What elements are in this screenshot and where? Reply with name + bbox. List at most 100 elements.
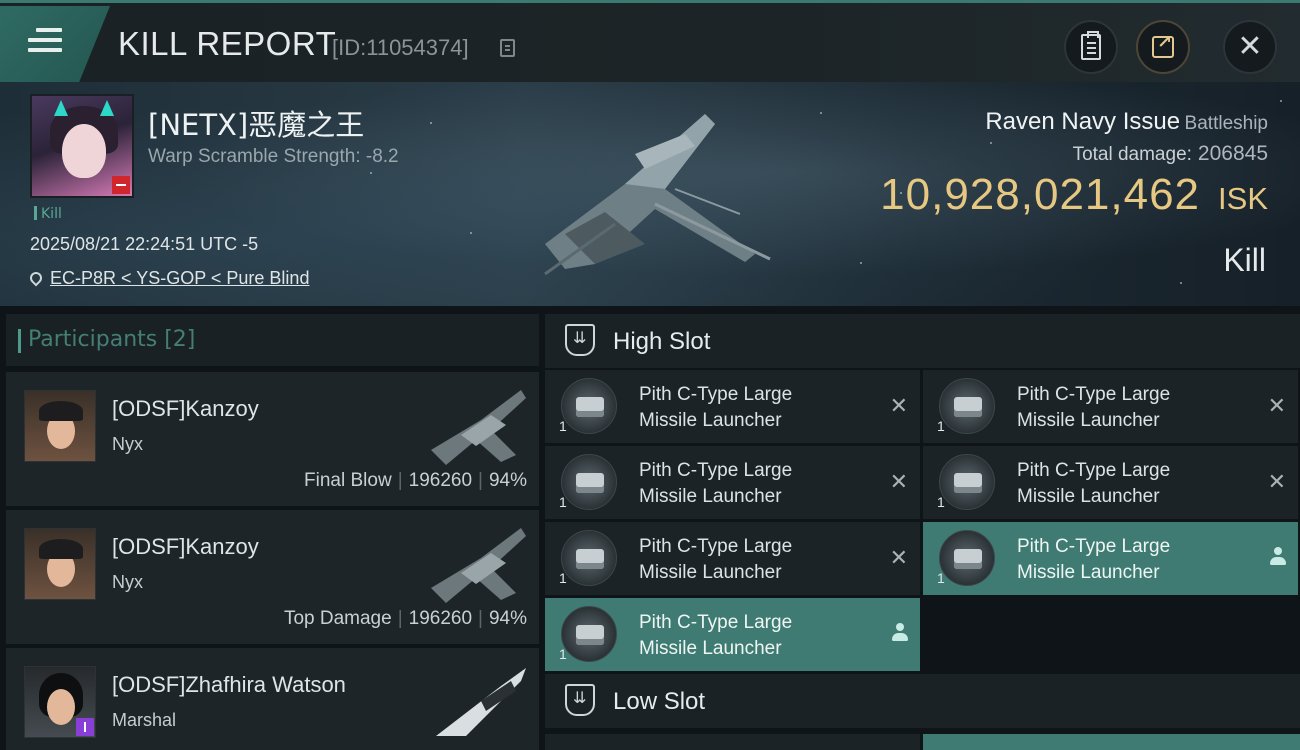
missile-launcher-icon: [939, 454, 995, 510]
report-id: [ID:11054374]: [332, 35, 469, 60]
missile-launcher-icon: [561, 606, 617, 662]
participant-ship: Nyx: [112, 434, 143, 454]
victim-banner: [NETX]恶魔之王 Warp Scramble Strength: -8.2 …: [0, 82, 1300, 306]
participant-card[interactable]: [ODSF]Zhafhira Watson Marshal: [6, 648, 539, 750]
module-quantity: 1: [559, 570, 567, 586]
participant-stats: Final Blow | 196260 | 94%: [304, 470, 527, 491]
participant-stats: Top Damage | 196260 | 94%: [283, 608, 527, 629]
module-name: Pith C-Type Large Missile Launcher: [639, 460, 793, 507]
menu-button[interactable]: [0, 6, 110, 82]
participant-role: Final Blow: [304, 470, 392, 491]
module-item[interactable]: 1 Pith C-Type Large Missile Launcher ✕: [923, 446, 1298, 519]
close-icon: ✕: [1237, 29, 1263, 64]
menu-icon: [28, 28, 62, 58]
destroyed-icon: ✕: [1267, 394, 1286, 419]
participant-card[interactable]: [ODSF]Kanzoy Nyx Top Damage | 196260 | 94%: [6, 510, 539, 644]
module-item[interactable]: 1 Pith C-Type Large Missile Launcher: [923, 522, 1298, 595]
isk-value: 10,928,021,462 ISK: [880, 170, 1268, 220]
missile-launcher-icon: [561, 454, 617, 510]
module-name: Pith C-Type Large Missile Launcher: [1017, 536, 1171, 583]
location-pin-icon: [27, 269, 45, 287]
participant-damage: 196260: [408, 608, 473, 629]
kill-location[interactable]: EC-P8R < YS-GOP < Pure Blind: [27, 268, 309, 289]
module-item[interactable]: 1 Pith C-Type Large Missile Launcher ✕: [923, 370, 1298, 443]
participant-name: [ODSF]Kanzoy: [112, 534, 259, 559]
participant-role: Top Damage: [283, 608, 392, 629]
missile-launcher-icon: [561, 530, 617, 586]
module-quantity: 1: [937, 494, 945, 510]
missile-launcher-icon: [561, 378, 617, 434]
module-item-partial[interactable]: [545, 734, 920, 750]
module-name: Pith C-Type Large Missile Launcher: [1017, 384, 1171, 431]
page-title: KILL REPORT: [118, 25, 337, 62]
isk-amount: 10,928,021,462: [880, 170, 1201, 219]
module-quantity: 1: [937, 570, 945, 586]
participant-ship-image: [431, 528, 526, 603]
low-slot-header: Low Slot: [545, 674, 1300, 728]
victim-ship-class: Battleship: [1184, 113, 1268, 134]
isk-unit: ISK: [1218, 181, 1268, 216]
clipboard-button[interactable]: [1064, 20, 1118, 74]
participant-ship: Marshal: [112, 710, 177, 730]
participants-header: Participants [2]: [6, 314, 539, 366]
participant-name: [ODSF]Zhafhira Watson: [112, 672, 346, 697]
victim-name[interactable]: [NETX]恶魔之王: [148, 102, 364, 144]
high-slot-icon: [565, 324, 595, 356]
low-slot-icon: [565, 684, 595, 716]
corp-badge-icon: [76, 718, 94, 736]
dropped-icon: [1270, 546, 1286, 571]
victim-avatar[interactable]: [30, 94, 134, 198]
destroyed-icon: ✕: [1267, 470, 1286, 495]
module-item[interactable]: 1 Pith C-Type Large Missile Launcher: [545, 598, 920, 671]
victim-ship: Raven Navy Issue Battleship: [985, 108, 1268, 136]
high-slot-label: High Slot: [613, 328, 711, 355]
module-item[interactable]: 1 Pith C-Type Large Missile Launcher ✕: [545, 446, 920, 519]
participant-avatar[interactable]: [24, 528, 96, 600]
participant-ship: Nyx: [112, 572, 143, 592]
destroyed-icon: ✕: [889, 394, 908, 419]
victim-ship-name[interactable]: Raven Navy Issue: [985, 108, 1180, 135]
module-quantity: 1: [559, 494, 567, 510]
clipboard-icon: [1081, 31, 1101, 60]
participants-panel: Participants [2] [ODSF]Kanzoy Nyx Final …: [6, 314, 539, 750]
fitting-panel: High Slot 1 Pith C-Type LargeMissile Lau…: [545, 314, 1300, 750]
module-quantity: 1: [937, 418, 945, 434]
module-item[interactable]: 1 Pith C-Type Large Missile Launcher ✕: [545, 370, 920, 443]
high-slot-header: High Slot: [545, 314, 1300, 368]
location-path[interactable]: EC-P8R < YS-GOP < Pure Blind: [50, 268, 309, 288]
participant-damage: 196260: [408, 470, 473, 491]
low-slot-label: Low Slot: [613, 688, 706, 715]
module-item[interactable]: 1 Pith C-Type Large Missile Launcher ✕: [545, 522, 920, 595]
warp-scramble-strength: Warp Scramble Strength: -8.2: [148, 146, 399, 167]
total-damage-label: Total damage:: [1072, 144, 1192, 165]
copy-icon[interactable]: [500, 39, 515, 57]
participant-ship-image: [436, 668, 526, 736]
close-button[interactable]: ✕: [1223, 20, 1277, 74]
participant-name: [ODSF]Kanzoy: [112, 396, 259, 421]
participant-avatar[interactable]: [24, 666, 96, 738]
destroyed-icon: ✕: [889, 546, 908, 571]
module-quantity: 1: [559, 418, 567, 434]
module-name: Pith C-Type Large Missile Launcher: [639, 384, 793, 431]
total-damage-value: 206845: [1197, 142, 1268, 165]
kill-tag: Kill: [34, 206, 62, 222]
participant-card[interactable]: [ODSF]Kanzoy Nyx Final Blow | 196260 | 94%: [6, 372, 539, 506]
destroyed-icon: ✕: [889, 470, 908, 495]
module-name: Pith C-Type Large Missile Launcher: [1017, 460, 1171, 507]
corp-badge-icon: [112, 176, 130, 194]
module-quantity: 1: [559, 646, 567, 662]
victim-ship-image: [544, 114, 771, 276]
participant-avatar[interactable]: [24, 390, 96, 462]
missile-launcher-icon: [939, 378, 995, 434]
module-name: Pith C-Type Large Missile Launcher: [639, 612, 793, 659]
module-item-partial[interactable]: [923, 734, 1300, 750]
kill-type: Kill: [1223, 242, 1266, 278]
module-name: Pith C-Type Large Missile Launcher: [639, 536, 793, 583]
total-damage: Total damage: 206845: [1073, 142, 1268, 166]
participants-label: Participants [2]: [17, 327, 196, 353]
participant-percent: 94%: [488, 608, 527, 629]
kill-datetime: 2025/08/21 22:24:51 UTC -5: [30, 234, 259, 254]
share-button[interactable]: [1136, 20, 1190, 74]
participant-ship-image: [431, 390, 526, 465]
header-bar: KILL REPORT [ID:11054374] ✕: [0, 0, 1300, 82]
